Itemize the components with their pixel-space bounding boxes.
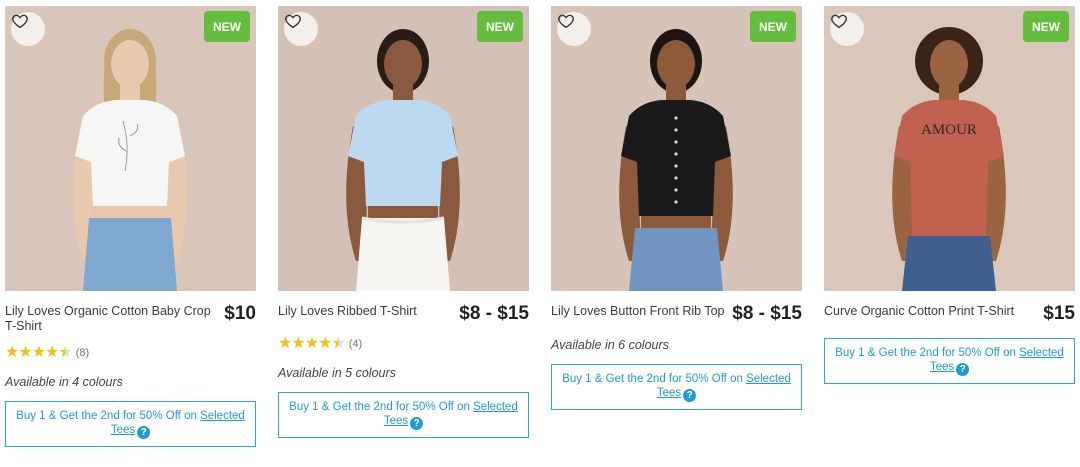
product-card: NEW Lily Loves Button Front Rib Top $8 - $… — [551, 6, 802, 410]
heart-outline-icon — [558, 14, 574, 29]
product-price: $10 — [224, 303, 256, 324]
product-photo[interactable] — [278, 6, 529, 291]
available-colours: Available in 4 colours — [5, 375, 123, 389]
new-badge: NEW — [1023, 11, 1069, 42]
star-icon: ★ — [18, 344, 32, 361]
question-icon[interactable]: ? — [410, 417, 424, 431]
promo-banner: Buy 1 & Get the 2nd for 50% Off on Selec… — [278, 392, 529, 438]
product-price: $8 - $15 — [459, 303, 529, 324]
promo-link[interactable]: Selected Tees — [384, 401, 518, 427]
rating[interactable]: ★★★★★ (8) — [5, 345, 256, 361]
wishlist-button[interactable] — [11, 12, 45, 46]
new-badge: NEW — [477, 11, 523, 42]
review-count: (8) — [75, 347, 90, 359]
product-image[interactable]: NEW — [278, 6, 529, 291]
product-header: Lily Loves Organic Cotton Baby Crop T-Sh… — [5, 303, 256, 334]
star-icon: ★ — [45, 344, 59, 361]
question-icon[interactable]: ? — [956, 363, 970, 377]
product-image[interactable]: NEW — [551, 6, 802, 291]
star-rating-icon: ★★★★★ — [278, 335, 346, 352]
star-icon: ★ — [278, 335, 292, 352]
promo-text: Buy 1 & Get the 2nd for 50% Off on Selec… — [835, 346, 1064, 377]
review-count: (4) — [348, 338, 363, 350]
promo-link[interactable]: Selected Tees — [657, 373, 791, 399]
product-price: $8 - $15 — [732, 303, 802, 324]
promo-link[interactable]: Selected Tees — [930, 347, 1064, 373]
product-image[interactable]: NEW — [5, 6, 256, 291]
product-name[interactable]: Lily Loves Ribbed T-Shirt — [278, 304, 459, 319]
rating[interactable]: ★★★★★ (4) — [278, 336, 529, 352]
promo-text: Buy 1 & Get the 2nd for 50% Off on Selec… — [16, 409, 245, 440]
product-card: NEW Lily Loves Organic Cotton Baby Crop T… — [5, 6, 256, 447]
promo-banner: Buy 1 & Get the 2nd for 50% Off on Selec… — [551, 364, 802, 410]
product-name[interactable]: Lily Loves Organic Cotton Baby Crop T-Sh… — [5, 304, 219, 334]
star-icon: ★ — [318, 335, 332, 352]
product-photo[interactable] — [5, 6, 256, 291]
product-photo[interactable] — [551, 6, 802, 291]
star-icon: ★ — [331, 335, 345, 352]
star-icon: ★ — [31, 344, 46, 361]
wishlist-button[interactable] — [284, 12, 318, 46]
product-photo[interactable]: AMOUR — [824, 6, 1075, 291]
wishlist-button[interactable] — [557, 12, 591, 46]
star-icon: ★ — [304, 335, 319, 352]
promo-link[interactable]: Selected Tees — [111, 410, 245, 436]
wishlist-button[interactable] — [830, 12, 864, 46]
svg-text:AMOUR: AMOUR — [921, 122, 977, 138]
heart-outline-icon — [285, 14, 301, 29]
star-icon: ★ — [58, 344, 72, 361]
question-icon[interactable]: ? — [683, 389, 697, 403]
product-name[interactable]: Curve Organic Cotton Print T-Shirt — [824, 304, 1038, 319]
available-colours: Available in 5 colours — [278, 366, 396, 380]
product-header: Lily Loves Ribbed T-Shirt $8 - $15 — [278, 303, 529, 325]
product-header: Curve Organic Cotton Print T-Shirt $15 — [824, 303, 1075, 325]
promo-banner: Buy 1 & Get the 2nd for 50% Off on Selec… — [824, 338, 1075, 384]
product-image[interactable]: AMOUR NEW — [824, 6, 1075, 291]
new-badge: NEW — [750, 11, 796, 42]
new-badge: NEW — [204, 11, 250, 42]
promo-text: Buy 1 & Get the 2nd for 50% Off on Selec… — [289, 400, 518, 431]
star-rating-icon: ★★★★★ — [5, 344, 73, 361]
product-card: AMOUR NEW Curve Organic Cotton Print T-Shi… — [824, 6, 1075, 384]
heart-outline-icon — [831, 14, 847, 29]
available-colours: Available in 6 colours — [551, 338, 669, 352]
star-icon: ★ — [291, 335, 305, 352]
product-card: NEW Lily Loves Ribbed T-Shirt $8 - $15 ★★★★… — [278, 6, 529, 438]
promo-text: Buy 1 & Get the 2nd for 50% Off on Selec… — [562, 372, 791, 403]
star-icon: ★ — [5, 344, 19, 361]
heart-outline-icon — [12, 14, 28, 29]
product-header: Lily Loves Button Front Rib Top $8 - $15 — [551, 303, 802, 325]
product-price: $15 — [1043, 303, 1075, 324]
product-name[interactable]: Lily Loves Button Front Rib Top — [551, 304, 732, 319]
promo-banner: Buy 1 & Get the 2nd for 50% Off on Selec… — [5, 401, 256, 447]
question-icon[interactable]: ? — [137, 426, 151, 440]
